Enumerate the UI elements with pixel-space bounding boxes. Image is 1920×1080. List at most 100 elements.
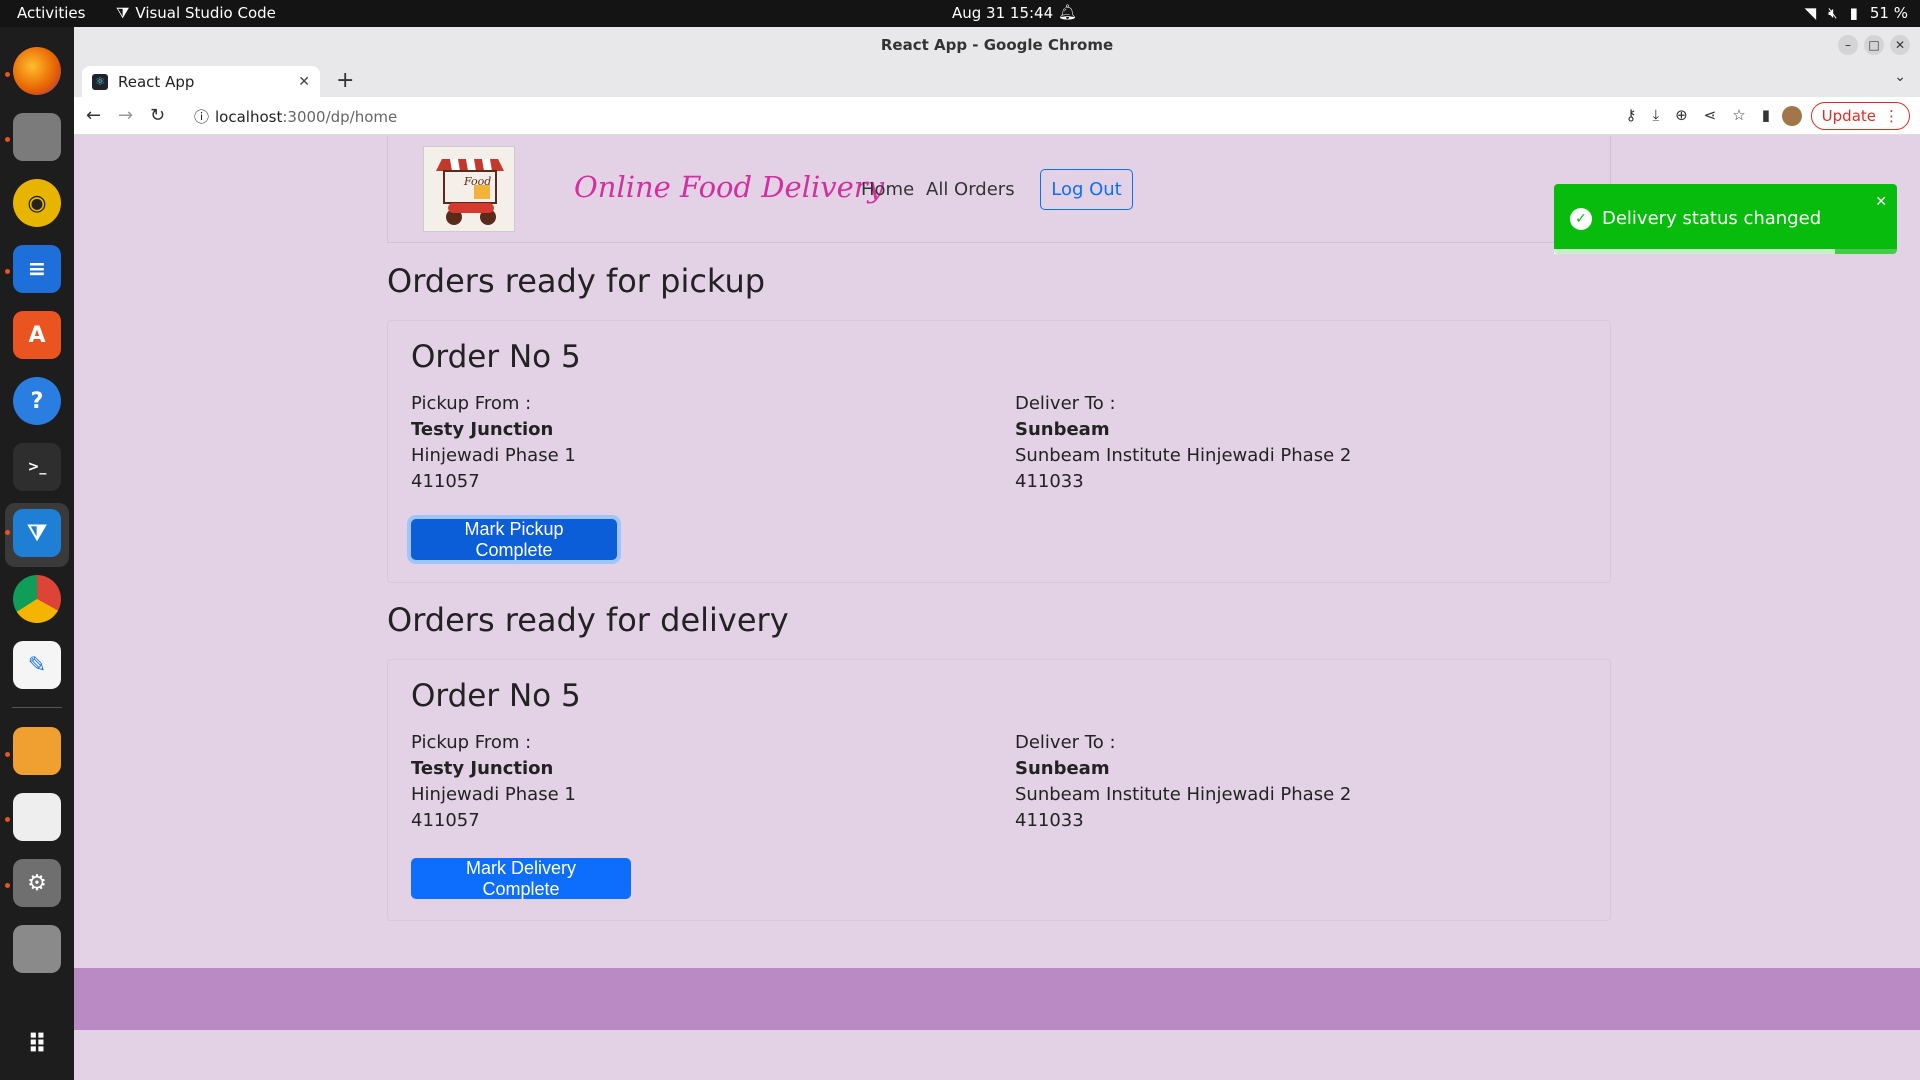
toast-progress-bar: [1554, 249, 1836, 254]
site-navbar: Food Online Food Delivery Home All Order…: [387, 136, 1611, 243]
mark-delivery-complete-button[interactable]: Mark Delivery Complete: [411, 858, 631, 899]
order-number: Order No 5: [411, 339, 581, 375]
chrome-window: React App - Google Chrome – □ ✕ ⚛ React …: [74, 27, 1920, 1080]
ubuntu-dock: ◉ ≡ A ? >_ ⧩ ✎ ⚙ ⠿: [0, 27, 74, 1080]
activities-button[interactable]: Activities: [17, 4, 85, 22]
running-indicator: [5, 817, 10, 822]
brand-title[interactable]: Online Food Delivery: [574, 170, 884, 204]
writer-icon[interactable]: ≡: [13, 245, 61, 293]
battery-percent: 51 %: [1869, 4, 1908, 22]
pickup-order-card: Order No 5 Pickup From : Testy Junction …: [387, 320, 1611, 583]
rhythmbox-icon[interactable]: ◉: [13, 179, 61, 227]
password-key-icon[interactable]: ⚷: [1625, 106, 1636, 124]
delivery-order-card: Order No 5 Pickup From : Testy Junction …: [387, 659, 1611, 921]
tab-search-chevron-icon[interactable]: ⌄: [1894, 69, 1906, 85]
ssd-drive-icon[interactable]: [13, 925, 61, 973]
focused-app-name: Visual Studio Code: [135, 4, 276, 22]
settings-icon[interactable]: ⚙: [13, 859, 61, 907]
running-indicator: [5, 269, 10, 274]
pickup-pin: 411057: [411, 471, 480, 492]
close-window-icon[interactable]: ✕: [1890, 35, 1910, 55]
deliver-name: Sunbeam: [1015, 419, 1110, 440]
back-arrow-icon[interactable]: ←: [86, 105, 101, 126]
zoom-icon[interactable]: ⊕: [1675, 106, 1688, 124]
site-info-icon[interactable]: ⓘ: [194, 106, 209, 127]
url-field[interactable]: ⓘ localhost:3000/dp/home: [194, 106, 397, 127]
deliver-address: Sunbeam Institute Hinjewadi Phase 2: [1015, 445, 1352, 466]
toast-notification[interactable]: ✓ Delivery status changed ✕: [1554, 184, 1897, 254]
maximize-icon[interactable]: □: [1864, 35, 1884, 55]
help-icon[interactable]: ?: [13, 377, 61, 425]
nav-link-all-orders[interactable]: All Orders: [926, 179, 1015, 200]
success-check-icon: ✓: [1570, 208, 1592, 230]
share-icon[interactable]: ⋖: [1704, 106, 1717, 124]
install-icon[interactable]: ⤓: [1652, 106, 1659, 124]
pickup-label: Pickup From :: [411, 393, 532, 414]
tab-close-icon[interactable]: ✕: [298, 74, 310, 90]
document-viewer-icon[interactable]: [13, 793, 61, 841]
url-host: localhost: [215, 107, 283, 126]
firefox-icon[interactable]: [13, 47, 61, 95]
deliver-address: Sunbeam Institute Hinjewadi Phase 2: [1015, 784, 1352, 805]
order-number: Order No 5: [411, 678, 581, 714]
window-title: React App - Google Chrome: [880, 36, 1114, 54]
mark-pickup-complete-button[interactable]: Mark Pickup Complete: [411, 519, 617, 560]
tab-strip: ⚛ React App ✕ + ⌄: [74, 63, 1920, 97]
dock-separator: [12, 707, 62, 708]
system-top-bar: Activities ⧩ Visual Studio Code Aug 31 1…: [0, 0, 1920, 27]
update-button[interactable]: Update ⋮: [1810, 102, 1910, 130]
impress-icon[interactable]: [13, 727, 61, 775]
pickup-from-block: Pickup From : Testy Junction Hinjewadi P…: [411, 730, 576, 834]
vscode-dock-icon[interactable]: ⧩: [13, 509, 61, 557]
pickup-label: Pickup From :: [411, 732, 532, 753]
terminal-icon[interactable]: >_: [13, 443, 61, 491]
running-indicator: [5, 137, 10, 142]
minimize-icon[interactable]: –: [1838, 35, 1858, 55]
page-content: Food Online Food Delivery Home All Order…: [74, 136, 1920, 1080]
toast-message: Delivery status changed: [1602, 208, 1822, 229]
show-apps-icon[interactable]: ⠿: [13, 1021, 61, 1069]
deliver-name: Sunbeam: [1015, 758, 1110, 779]
deliver-to-block: Deliver To : Sunbeam Sunbeam Institute H…: [1015, 391, 1351, 495]
vscode-icon: ⧩: [116, 4, 130, 22]
wifi-icon: ◥: [1804, 4, 1817, 22]
pickup-section-title: Orders ready for pickup: [387, 262, 766, 300]
react-favicon-icon: ⚛: [92, 73, 108, 90]
reload-icon[interactable]: ↻: [150, 105, 165, 126]
focused-app-menu[interactable]: ⧩ Visual Studio Code: [116, 4, 276, 22]
logo[interactable]: Food: [423, 146, 515, 232]
pickup-address: Hinjewadi Phase 1: [411, 445, 576, 466]
update-label: Update: [1821, 107, 1876, 125]
toast-progress-track: [1554, 249, 1897, 254]
clock[interactable]: Aug 31 15:44: [952, 4, 1053, 22]
text-editor-icon[interactable]: ✎: [13, 641, 61, 689]
forward-arrow-icon[interactable]: →: [118, 105, 133, 126]
battery-icon: ▮: [1849, 4, 1858, 22]
window-titlebar: React App - Google Chrome – □ ✕: [74, 27, 1920, 63]
deliver-to-block: Deliver To : Sunbeam Sunbeam Institute H…: [1015, 730, 1351, 834]
deliver-label: Deliver To :: [1015, 732, 1116, 753]
page-footer: [74, 968, 1920, 1030]
side-panel-icon[interactable]: ▮: [1762, 106, 1770, 124]
running-indicator: [5, 752, 10, 757]
tab-react-app[interactable]: ⚛ React App ✕: [82, 66, 320, 97]
nav-link-home[interactable]: Home: [861, 179, 914, 200]
pickup-address: Hinjewadi Phase 1: [411, 784, 576, 805]
deliver-label: Deliver To :: [1015, 393, 1116, 414]
trash-icon[interactable]: [13, 987, 61, 1013]
logout-button[interactable]: Log Out: [1040, 169, 1133, 210]
chrome-icon[interactable]: [13, 575, 61, 623]
bookmark-star-icon[interactable]: ☆: [1732, 106, 1745, 124]
toast-close-icon[interactable]: ✕: [1875, 194, 1887, 210]
pickup-name: Testy Junction: [411, 419, 554, 440]
system-status-area[interactable]: ◥ 🔇︎ ▮ 51 %: [1805, 4, 1908, 22]
delivery-section-title: Orders ready for delivery: [387, 601, 789, 639]
app-center-icon[interactable]: A: [13, 311, 61, 359]
volume-muted-icon: 🔇︎: [1828, 4, 1838, 22]
files-icon[interactable]: [13, 113, 61, 161]
kebab-menu-icon: ⋮: [1884, 107, 1899, 125]
notification-bell-icon: 🔔︎: [1058, 3, 1078, 21]
new-tab-plus-icon[interactable]: +: [336, 68, 354, 93]
pickup-pin: 411057: [411, 810, 480, 831]
profile-avatar[interactable]: [1782, 106, 1802, 126]
